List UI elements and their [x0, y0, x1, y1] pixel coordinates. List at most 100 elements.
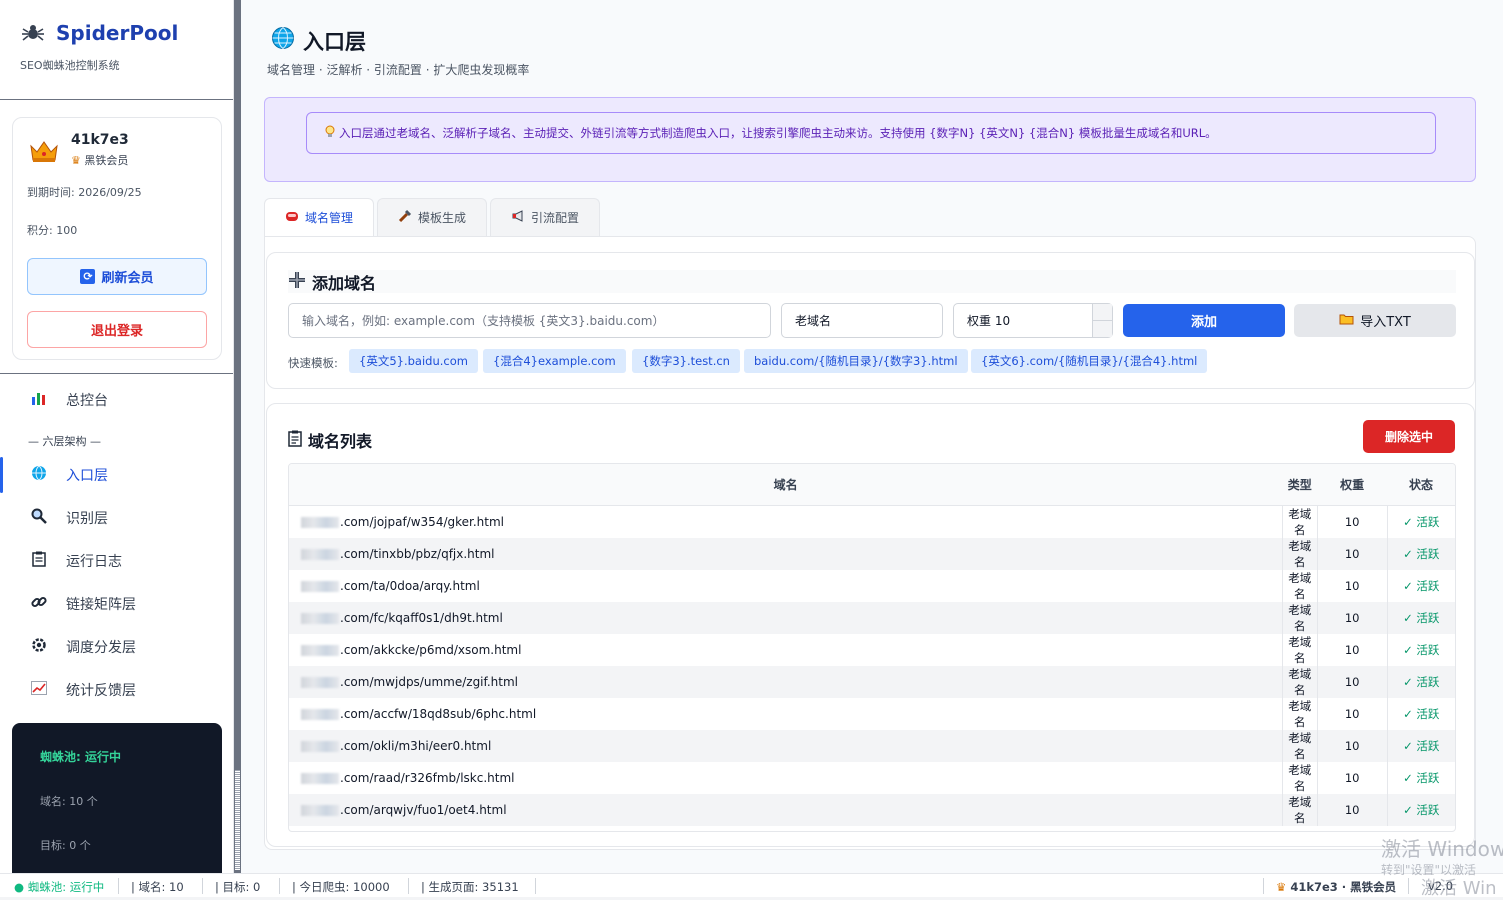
pool-status-card: 蜘蛛池: 运行中 域名: 10 个 目标: 0 个 [12, 723, 222, 873]
column-header-domain[interactable]: 域名 [289, 464, 1283, 506]
table-row[interactable]: .com/raad/r326fmb/lskc.html 老域名 10 ✓ 活跃 [289, 761, 1455, 794]
status-cell: ✓ 活跃 [1386, 633, 1455, 666]
table-row[interactable]: .com/jojpaf/w354/gker.html 老域名 10 ✓ 活跃 [289, 505, 1455, 538]
page-subtitle: 域名管理 · 泛解析 · 引流配置 · 扩大爬虫发现概率 [267, 63, 530, 77]
app-window: SpiderPool SEO蜘蛛池控制系统 41k7e3 ♛ 黑铁会员 到期时间… [0, 0, 1503, 873]
table-row[interactable]: .com/akkcke/p6md/xsom.html 老域名 10 ✓ 活跃 [289, 633, 1455, 666]
sidebar-item-link-matrix[interactable]: 链接矩阵层 [0, 586, 233, 622]
statusbar-user: ♛ 41k7e3 · 黑铁会员 [1276, 879, 1396, 895]
link-icon [28, 594, 50, 614]
sidebar-scrollbar[interactable] [234, 0, 241, 873]
brand-subtitle: SEO蜘蛛池控制系统 [20, 59, 120, 72]
weight-cell: 10 [1316, 697, 1388, 730]
sidebar-item-label: 入口层 [66, 468, 108, 484]
add-domain-card: 添加域名 输入域名，例如: example.com（支持模板 {英文3}.bai… [266, 252, 1475, 389]
statusbar-separator [1263, 878, 1264, 894]
sidebar-divider-2 [0, 373, 233, 374]
statusbar-separator [202, 878, 203, 894]
table-row[interactable]: .com/mwjdps/umme/zgif.html 老域名 10 ✓ 活跃 [289, 665, 1455, 698]
crown-icon [29, 138, 59, 171]
quick-template-chip[interactable]: {数字3}.test.cn [632, 349, 740, 373]
sidebar-item-statistics[interactable]: 统计反馈层 [0, 672, 233, 708]
redacted-host [301, 804, 339, 816]
type-cell: 老域名 [1281, 761, 1318, 794]
magnifier-icon [28, 508, 50, 528]
sidebar-item-dispatch[interactable]: 调度分发层 [0, 629, 233, 665]
type-cell: 老域名 [1281, 537, 1318, 570]
megaphone-icon [511, 210, 525, 225]
sidebar-item-entry-layer[interactable]: 入口层 [0, 457, 233, 493]
delete-selected-button[interactable]: 删除选中 [1363, 420, 1455, 453]
weight-input[interactable]: 权重 10 [953, 303, 1113, 338]
table-row[interactable]: .com/tinxbb/pbz/qfjx.html 老域名 10 ✓ 活跃 [289, 537, 1455, 570]
column-header-type[interactable]: 类型 [1282, 464, 1318, 506]
status-cell: ✓ 活跃 [1386, 761, 1455, 794]
sidebar-divider [0, 99, 233, 100]
tab-bar: 域名管理 模板生成 引流配置 [264, 198, 603, 236]
quick-template-chip[interactable]: {英文6}.com/{随机目录}/{混合4}.html [971, 349, 1208, 373]
bar-chart-icon [28, 391, 50, 409]
trend-chart-icon [28, 681, 50, 699]
domain-management-panel: 添加域名 输入域名，例如: example.com（支持模板 {英文3}.bai… [264, 236, 1476, 850]
status-cell: ✓ 活跃 [1386, 505, 1455, 538]
domain-text: .com/okli/m3hi/eer0.html [340, 738, 492, 753]
domain-list-title: 域名列表 [288, 428, 372, 452]
weight-cell: 10 [1316, 729, 1388, 762]
table-row[interactable]: .com/fc/kqaff0s1/dh9t.html 老域名 10 ✓ 活跃 [289, 601, 1455, 634]
table-row[interactable]: .com/accfw/18qd8sub/6phc.html 老域名 10 ✓ 活跃 [289, 697, 1455, 730]
statusbar-domains: | 域名: 10 [131, 880, 184, 894]
user-level-text: 黑铁会员 [84, 154, 129, 167]
status-cell: ✓ 活跃 [1386, 793, 1455, 826]
domain-cell: .com/raad/r326fmb/lskc.html [289, 762, 1282, 794]
weight-cell: 10 [1316, 569, 1388, 602]
status-cell: ✓ 活跃 [1386, 569, 1455, 602]
lightbulb-icon [325, 125, 335, 142]
sidebar-item-label: 总控台 [66, 393, 108, 409]
column-header-status[interactable]: 状态 [1387, 464, 1455, 506]
sidebar-item-dashboard[interactable]: 总控台 [0, 382, 233, 418]
tab-traffic-config[interactable]: 引流配置 [490, 198, 600, 236]
weight-stepper[interactable] [1092, 304, 1113, 337]
add-domain-button[interactable]: 添加 [1123, 304, 1285, 337]
redacted-host [301, 772, 339, 784]
weight-cell: 10 [1316, 505, 1388, 538]
status-bar: ● 蜘蛛池: 运行中 | 域名: 10 | 目标: 0 | 今日爬虫: 1000… [0, 873, 1503, 897]
clipboard-icon [288, 430, 302, 451]
table-row[interactable]: .com/arqwjv/fuo1/oet4.html 老域名 10 ✓ 活跃 [289, 793, 1455, 826]
refresh-member-button[interactable]: ⟳ 刷新会员 [27, 258, 207, 295]
domain-input[interactable]: 输入域名，例如: example.com（支持模板 {英文3}.baidu.co… [288, 303, 771, 338]
redacted-host [301, 580, 339, 592]
redacted-host [301, 548, 339, 560]
weight-value: 权重 10 [967, 314, 1011, 328]
table-row[interactable]: .com/ta/0doa/arqy.html 老域名 10 ✓ 活跃 [289, 569, 1455, 602]
statusbar-targets: | 目标: 0 [215, 880, 261, 894]
quick-template-chip[interactable]: {英文5}.baidu.com [349, 349, 478, 373]
small-crown-icon: ♛ [1276, 880, 1287, 894]
table-row[interactable]: .com/okli/m3hi/eer0.html 老域名 10 ✓ 活跃 [289, 729, 1455, 762]
redacted-host [301, 644, 339, 656]
status-cell: ✓ 活跃 [1386, 697, 1455, 730]
domain-text: .com/tinxbb/pbz/qfjx.html [340, 546, 495, 561]
quick-template-chip[interactable]: baidu.com/{随机目录}/{数字3}.html [744, 349, 968, 373]
brand[interactable]: SpiderPool [20, 20, 178, 46]
quick-template-chip[interactable]: {混合4}example.com [483, 349, 626, 373]
weight-cell: 10 [1316, 537, 1388, 570]
domain-cell: .com/mwjdps/umme/zgif.html [289, 666, 1282, 698]
user-card: 41k7e3 ♛ 黑铁会员 到期时间: 2026/09/25 积分: 100 ⟳… [12, 117, 222, 360]
type-cell: 老域名 [1281, 569, 1318, 602]
pool-target-count: 目标: 0 个 [40, 839, 91, 852]
domain-text: .com/jojpaf/w354/gker.html [340, 514, 504, 529]
sidebar-item-recognition[interactable]: 识别层 [0, 500, 233, 536]
tab-template-generation[interactable]: 模板生成 [377, 198, 487, 236]
column-header-weight[interactable]: 权重 [1317, 464, 1388, 506]
tab-domain-management[interactable]: 域名管理 [264, 198, 374, 236]
weight-cell: 10 [1316, 761, 1388, 794]
sidebar-item-logs[interactable]: 运行日志 [0, 543, 233, 579]
sidebar-item-label: 调度分发层 [66, 640, 136, 656]
logout-button[interactable]: 退出登录 [27, 311, 207, 348]
import-txt-button[interactable]: 导入TXT [1294, 304, 1456, 337]
domain-type-select[interactable]: 老域名 [781, 303, 943, 338]
sidebar: SpiderPool SEO蜘蛛池控制系统 41k7e3 ♛ 黑铁会员 到期时间… [0, 0, 234, 873]
domain-cell: .com/okli/m3hi/eer0.html [289, 730, 1282, 762]
domain-text: .com/fc/kqaff0s1/dh9t.html [340, 610, 503, 625]
